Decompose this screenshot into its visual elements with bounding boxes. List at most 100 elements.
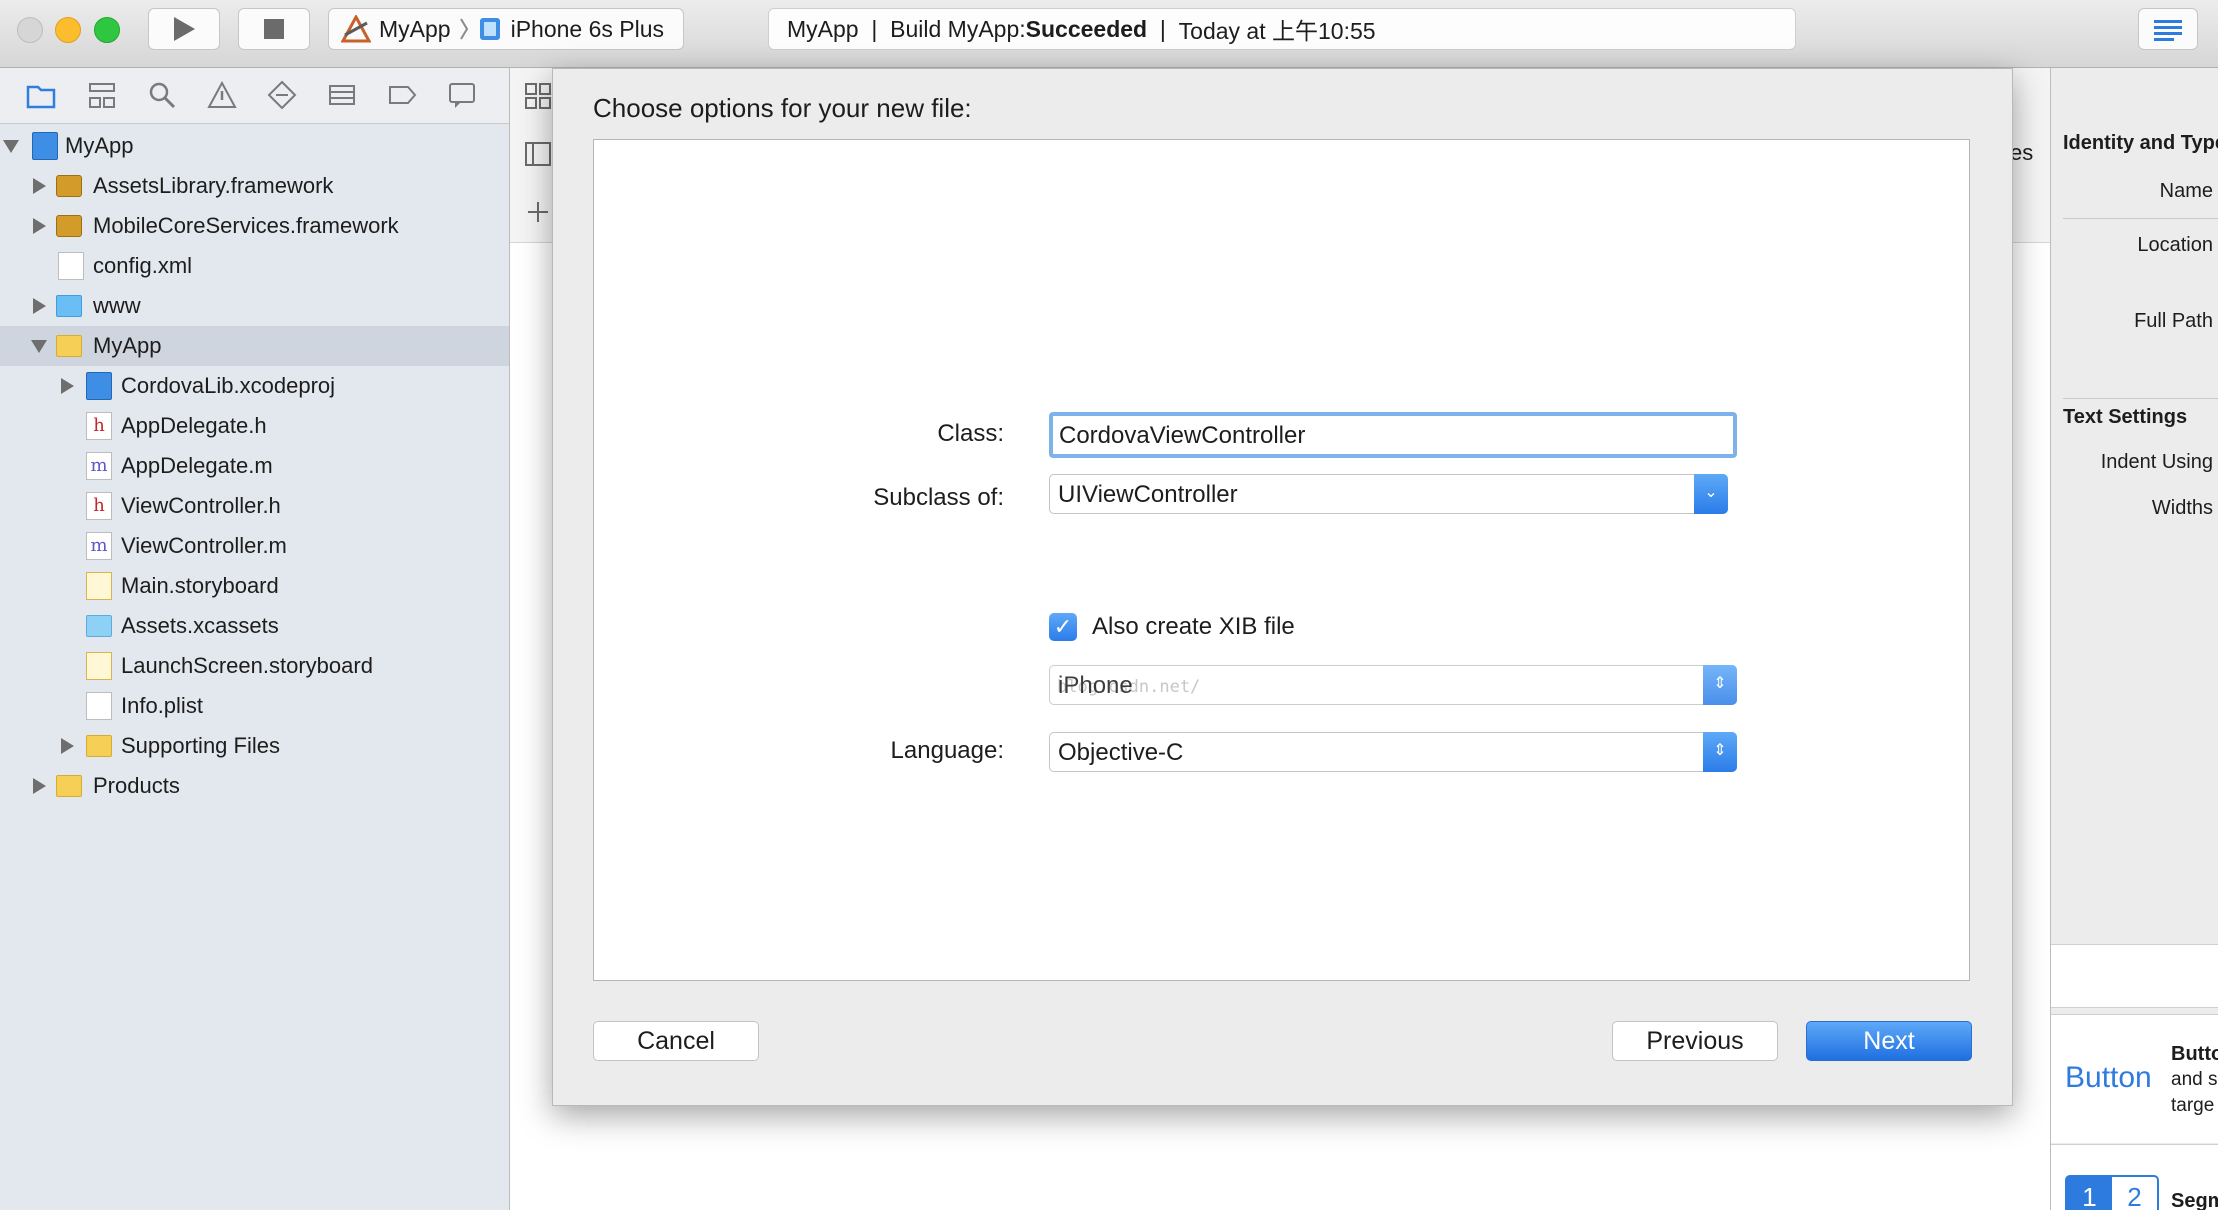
toolbar: MyApp iPhone 6s Plus MyApp | Build MyApp… [0,0,2218,68]
search-icon[interactable] [147,80,177,110]
tree-item-label: AppDelegate.m [121,453,273,478]
tree-row[interactable]: h AppDelegate.h [0,406,509,446]
device-value: iPhone [1058,672,1133,699]
stop-button[interactable] [238,8,310,50]
tree-row-project[interactable]: MyApp [0,126,509,166]
storyboard-icon [86,572,112,600]
tree-item-label: Supporting Files [121,733,280,758]
tree-row[interactable]: AssetsLibrary.framework [0,166,509,206]
close-window-button[interactable] [17,17,43,43]
language-popup[interactable]: Objective-C ⇕ [1049,732,1737,772]
breakpoint-icon[interactable] [387,80,417,110]
scheme-device-label: iPhone 6s Plus [510,15,665,42]
subclass-combobox[interactable]: UIViewController ⌄ [1049,474,1728,514]
framework-icon [56,175,82,197]
segmented-control-preview: 1 2 [2065,1175,2159,1210]
segment-2: 2 [2127,1182,2142,1210]
symbol-icon[interactable] [87,80,117,110]
report-icon[interactable] [447,80,477,110]
scheme-selector[interactable]: MyApp iPhone 6s Plus [328,8,684,50]
indent-label: Indent Using [2100,451,2213,473]
tree-item-label: MyApp [93,333,162,358]
grid-icon[interactable] [524,82,552,110]
disclosure-triangle-icon[interactable] [61,738,74,754]
folder-icon [86,735,112,757]
tree-row-selected[interactable]: MyApp [0,326,509,366]
folder-icon[interactable] [26,80,56,110]
segment-1: 1 [2067,1177,2112,1210]
tree-row[interactable]: CordovaLib.xcodeproj [0,366,509,406]
standard-editor-button[interactable] [2138,8,2198,50]
tree-row[interactable]: LaunchScreen.storyboard [0,646,509,686]
tree-row[interactable]: Info.plist [0,686,509,726]
checkmark-icon: ✓ [1053,614,1073,639]
device-icon [479,18,500,40]
tree-row[interactable]: h ViewController.h [0,486,509,526]
tree-row[interactable]: m AppDelegate.m [0,446,509,486]
tree-row[interactable]: MobileCoreServices.framework [0,206,509,246]
full-path-label: Full Path [2134,310,2213,332]
add-icon[interactable] [524,198,552,226]
test-icon[interactable] [267,80,297,110]
activity-app-label: MyApp [787,15,859,42]
header-file-icon: h [86,492,112,520]
disclosure-triangle-icon[interactable] [33,218,46,234]
build-status: Succeeded [1025,15,1148,42]
app-target-icon [341,15,371,43]
device-popup[interactable]: iPhone ⇕ [1049,665,1737,705]
tree-item-label: LaunchScreen.storyboard [121,653,373,678]
lines-icon [2154,20,2182,41]
language-label: Language: [890,737,1004,764]
tree-item-label: AssetsLibrary.framework [93,173,334,198]
debug-icon[interactable] [327,80,357,110]
divider [2063,218,2218,219]
tree-row[interactable]: Main.storyboard [0,566,509,606]
storyboard-icon [86,652,112,680]
updown-arrows-icon[interactable]: ⇕ [1703,732,1737,772]
tree-item-label: ViewController.m [121,533,287,558]
class-name-field[interactable]: CordovaViewController [1049,412,1737,458]
disclosure-triangle-icon[interactable] [33,178,46,194]
library-filter-bar [2051,944,2218,1008]
button-preview: Button [2065,1061,2152,1094]
stop-icon [264,19,284,39]
previous-button[interactable]: Previous [1612,1021,1778,1061]
new-file-options-dialog: Choose options for your new file: Class:… [552,68,2013,1106]
tree-row[interactable]: m ViewController.m [0,526,509,566]
tree-row[interactable]: www [0,286,509,326]
activity-viewer: MyApp | Build MyApp: Succeeded | Today a… [768,8,1796,50]
activity-time: Today at 上午10:55 [1178,18,1376,44]
dialog-title: Choose options for your new file: [593,93,972,123]
tree-row[interactable]: Products [0,766,509,806]
next-button[interactable]: Next [1806,1021,1972,1061]
minimize-window-button[interactable] [55,17,81,43]
disclosure-triangle-icon[interactable] [33,298,46,314]
chevron-right-icon [459,18,468,40]
xcodeproj-icon [86,372,112,400]
library-item-title: Button [2171,1043,2218,1065]
tree-row[interactable]: Assets.xcassets [0,606,509,646]
editor-partial-label: es [2010,140,2034,165]
utilities-inspector: Identity and Type Name Location Full Pat… [2050,68,2218,1210]
tree-row[interactable]: config.xml [0,246,509,286]
disclosure-triangle-icon[interactable] [61,378,74,394]
updown-arrows-icon[interactable]: ⇕ [1703,665,1737,705]
tree-item-label: www [93,293,141,318]
sidebar-toggle-icon[interactable] [524,140,552,168]
disclosure-triangle-icon[interactable] [31,339,47,353]
run-button[interactable] [148,8,220,50]
folder-icon [56,775,82,797]
warning-icon[interactable] [207,80,237,110]
location-label: Location [2137,234,2213,256]
tree-item-label: config.xml [93,253,193,278]
chevron-down-icon[interactable]: ⌄ [1694,474,1728,514]
xib-checkbox[interactable]: ✓ [1049,613,1077,641]
navigator-tabs [0,68,509,124]
tree-row[interactable]: Supporting Files [0,726,509,766]
cancel-button[interactable]: Cancel [593,1021,759,1061]
zoom-window-button[interactable] [94,17,120,43]
library-item-button[interactable]: Button Button and s targe [2051,1014,2218,1143]
disclosure-triangle-icon[interactable] [33,778,46,794]
tree-item-label: Assets.xcassets [121,613,279,638]
disclosure-triangle-icon[interactable] [3,139,19,153]
